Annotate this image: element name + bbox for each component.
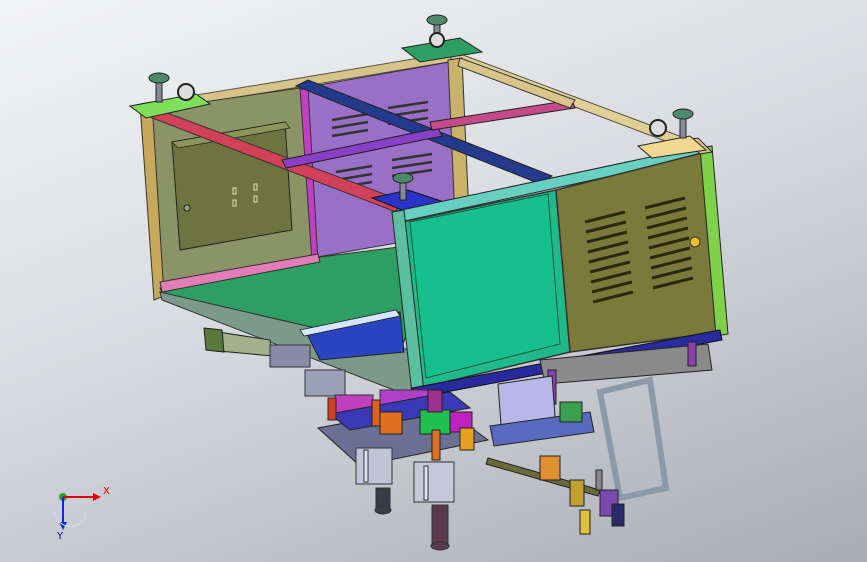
foot-rear: [400, 14, 484, 63]
orange-rod: [431, 429, 441, 461]
triad-y-label: Y: [57, 531, 64, 542]
hanger-post-right: [687, 341, 697, 367]
side-bracket-frame: [596, 376, 670, 502]
cad-viewport[interactable]: X Y: [0, 0, 867, 562]
left-slide-block: [203, 327, 225, 353]
caster-wheel-icon: [429, 32, 445, 48]
triad-x-label: X: [103, 486, 110, 497]
cad-assembly-model[interactable]: [0, 0, 867, 562]
coordinate-triad[interactable]: [54, 493, 101, 530]
caster-wheel-icon: [649, 119, 667, 137]
left-box-screw: [183, 204, 191, 212]
cabinet-lock-icon[interactable]: [689, 236, 701, 248]
caster-wheel-icon: [177, 83, 195, 101]
top-beam-tan-right: [457, 57, 576, 109]
green-part: [559, 401, 583, 423]
triad-rotation-arc: [54, 509, 87, 528]
cylinders: [355, 447, 455, 551]
triad-x-arrow-icon: [93, 493, 101, 501]
